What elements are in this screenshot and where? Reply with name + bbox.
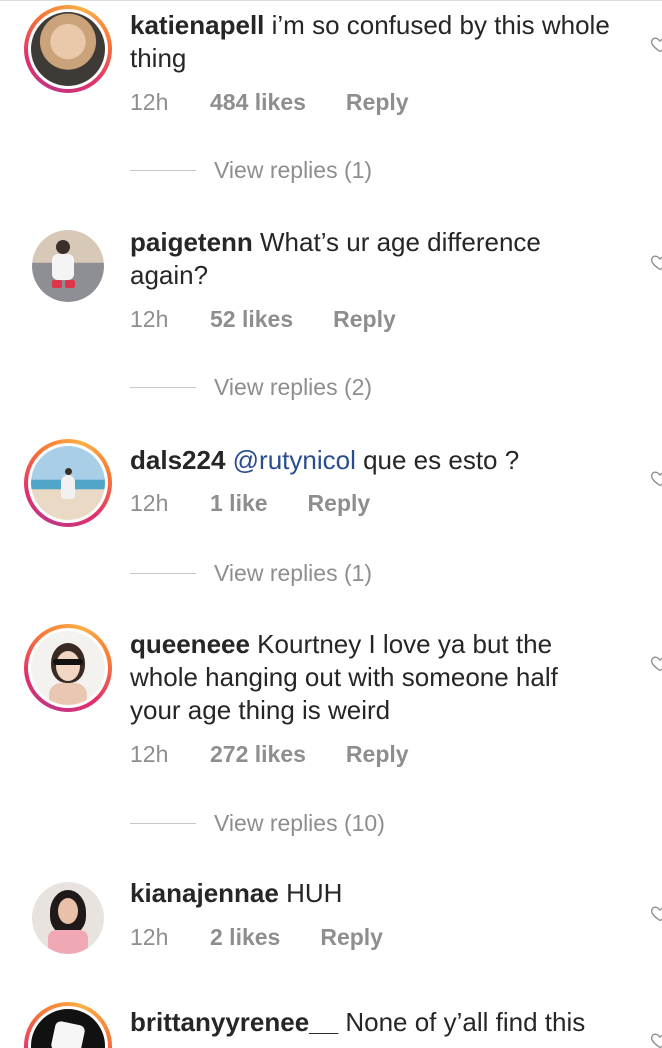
heart-outline-icon[interactable] [650,653,662,673]
view-replies-button[interactable]: View replies (1) [130,558,372,588]
view-replies-label[interactable]: View replies (2) [214,374,372,401]
replies-divider [130,572,196,574]
replies-divider [130,169,196,171]
reply-button[interactable]: Reply [308,490,371,517]
top-divider [0,0,662,1]
avatar-wrapper[interactable] [32,230,104,302]
comment-text: kianajennae HUH [130,877,610,910]
comment-likes[interactable]: 2 likes [210,924,280,951]
story-ring[interactable] [24,624,112,712]
comment-likes[interactable]: 272 likes [210,741,306,768]
avatar[interactable] [32,882,104,954]
comment-username[interactable]: queeneee [130,629,250,659]
comment-time: 12h [130,88,169,115]
story-ring[interactable] [24,439,112,527]
comment-body: que es esto ? [355,445,520,475]
view-replies-button[interactable]: View replies (1) [130,155,372,185]
comment-time: 12h [130,923,169,950]
replies-divider [130,822,196,824]
comment-text: queeneee Kourtney I love ya but the whol… [130,628,610,727]
heart-outline-icon[interactable] [650,468,662,488]
heart-outline-icon[interactable] [650,1030,662,1048]
comment-text: brittanyyrenee__ None of y’all find this [130,1006,610,1039]
avatar[interactable] [31,631,105,705]
comment-body: HUH [278,878,343,908]
comment-likes[interactable]: 484 likes [210,89,306,116]
view-replies-label[interactable]: View replies (1) [214,157,372,184]
comment-time: 12h [130,740,169,767]
comment-text: paigetenn What’s ur age difference again… [130,226,610,292]
avatar[interactable] [31,12,105,86]
reply-button[interactable]: Reply [333,306,396,333]
avatar[interactable] [31,446,105,520]
heart-outline-icon[interactable] [650,903,662,923]
comments-screen: katienapell i’m so confused by this whol… [0,0,662,1048]
comment-username[interactable]: dals224 [130,445,225,475]
heart-outline-icon[interactable] [650,34,662,54]
reply-button[interactable]: Reply [320,924,383,951]
reply-button[interactable]: Reply [346,89,409,116]
comment-username[interactable]: katienapell [130,10,264,40]
comment-time: 12h [130,305,169,332]
comment-text: dals224 @rutynicol que es esto ? [130,444,610,477]
comment-username[interactable]: kianajennae [130,878,279,908]
view-replies-label[interactable]: View replies (10) [214,810,385,837]
view-replies-button[interactable]: View replies (10) [130,808,385,838]
comment-username[interactable]: brittanyyrenee__ [130,1007,338,1037]
replies-divider [130,386,196,388]
comment-username[interactable]: paigetenn [130,227,253,257]
mention-link[interactable]: @rutynicol [233,445,356,475]
view-replies-label[interactable]: View replies (1) [214,560,372,587]
comment-time: 12h [130,489,169,516]
comment-body: None of y’all find this [338,1007,586,1037]
story-ring[interactable] [24,5,112,93]
avatar-wrapper[interactable] [32,882,104,954]
comment-likes[interactable]: 1 like [210,490,268,517]
comment-text: katienapell i’m so confused by this whol… [130,9,610,75]
story-ring[interactable] [24,1002,112,1048]
avatar[interactable] [32,230,104,302]
view-replies-button[interactable]: View replies (2) [130,372,372,402]
reply-button[interactable]: Reply [346,741,409,768]
comment-likes[interactable]: 52 likes [210,306,293,333]
heart-outline-icon[interactable] [650,252,662,272]
